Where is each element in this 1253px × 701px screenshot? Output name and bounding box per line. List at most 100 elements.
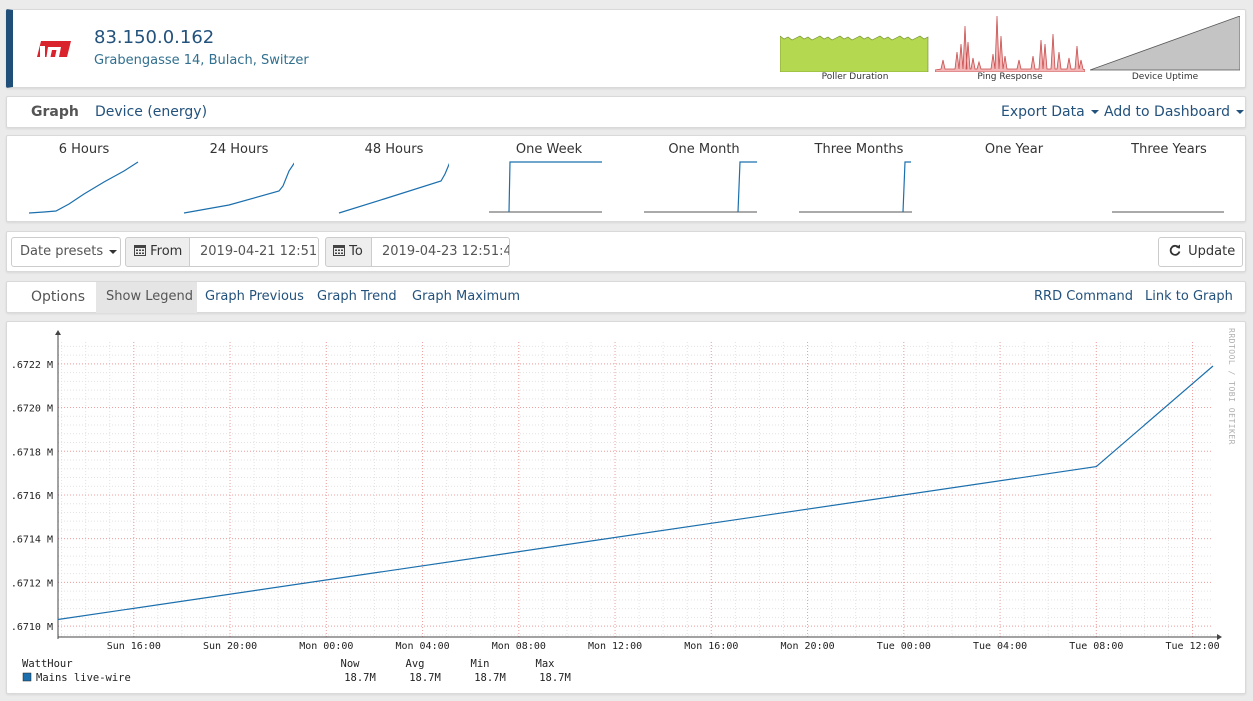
x-tick-label: Mon 12:00 bbox=[588, 641, 642, 652]
y-tick-label: .6716 M bbox=[11, 491, 53, 502]
thumb-label: Three Years bbox=[1131, 142, 1207, 157]
thumb-label: 48 Hours bbox=[364, 142, 424, 157]
x-tick-label: Mon 00:00 bbox=[299, 641, 353, 652]
thumb-graph bbox=[489, 161, 602, 213]
to-date-input[interactable]: 2019-04-23 12:51:43 bbox=[371, 237, 510, 267]
chevron-down-icon bbox=[1236, 110, 1245, 114]
thumb-label: One Week bbox=[515, 142, 583, 157]
thumb-one-month[interactable]: One Month bbox=[629, 139, 779, 219]
legend-swatch bbox=[22, 672, 32, 682]
x-tick-label: Mon 08:00 bbox=[492, 641, 546, 652]
device-uptime-graph[interactable]: Device Uptime bbox=[1090, 16, 1240, 82]
rrdtool-watermark: RRDTOOL / TOBI OETIKER bbox=[1227, 328, 1236, 445]
thumb-graph bbox=[644, 161, 757, 213]
thumb-three-years[interactable]: Three Years bbox=[1094, 139, 1244, 219]
y-tick-label: .6710 M bbox=[11, 622, 53, 633]
graph-trend-link[interactable]: Graph Trend bbox=[317, 289, 397, 304]
ping-response-area bbox=[935, 16, 1085, 72]
chevron-down-icon bbox=[1090, 110, 1099, 114]
device-uptime-area bbox=[1090, 16, 1240, 71]
y-tick-label: .6722 M bbox=[11, 360, 53, 371]
graph-previous-link[interactable]: Graph Previous bbox=[205, 289, 304, 304]
legend-unit: WattHour bbox=[22, 658, 73, 670]
legend-series-name: Mains live-wire bbox=[36, 672, 131, 684]
link-to-graph-link[interactable]: Link to Graph bbox=[1145, 289, 1233, 304]
series-line-mains-live-wire bbox=[57, 365, 1214, 621]
thumb-label: One Month bbox=[668, 142, 740, 157]
thumb-24-hours[interactable]: 24 Hours bbox=[164, 139, 314, 219]
device-header: 83.150.0.162 Grabengasse 14, Bulach, Swi… bbox=[6, 9, 1246, 88]
thumb-label: 24 Hours bbox=[209, 142, 269, 157]
to-addon: To bbox=[325, 237, 373, 267]
thumb-graph bbox=[28, 161, 139, 214]
options-title: Options bbox=[31, 289, 86, 305]
thumb-label: Three Months bbox=[814, 142, 904, 157]
show-legend-label: Show Legend bbox=[106, 289, 193, 304]
y-tick-label: .6720 M bbox=[11, 404, 53, 415]
add-to-dashboard-dropdown[interactable]: Add to Dashboard bbox=[1104, 104, 1245, 120]
ping-response-graph[interactable]: Ping Response bbox=[935, 16, 1085, 82]
thumb-graph bbox=[1112, 211, 1224, 213]
device-energy-link[interactable]: Device (energy) bbox=[95, 104, 207, 120]
export-data-label: Export Data bbox=[1001, 104, 1085, 120]
poller-duration-graph[interactable]: Poller Duration bbox=[780, 16, 930, 82]
thumb-one-year[interactable]: One Year bbox=[939, 139, 1089, 219]
x-tick-label: Sun 20:00 bbox=[203, 641, 257, 652]
poller-duration-area bbox=[780, 35, 929, 72]
from-addon: From bbox=[125, 237, 190, 267]
thumb-48-hours[interactable]: 48 Hours bbox=[319, 139, 469, 219]
y-tick-label: .6712 M bbox=[11, 578, 53, 589]
graph-options-bar: Options Show Legend Graph Previous Graph… bbox=[6, 281, 1246, 313]
x-tick-label: Mon 04:00 bbox=[395, 641, 449, 652]
add-to-dashboard-label: Add to Dashboard bbox=[1104, 104, 1231, 120]
x-axis-arrow bbox=[1217, 634, 1222, 640]
legend-value-min: 18.7M bbox=[474, 672, 506, 684]
export-data-dropdown[interactable]: Export Data bbox=[1001, 104, 1099, 120]
to-label: To bbox=[349, 244, 363, 259]
from-date-input[interactable]: 2019-04-21 12:51:4 bbox=[189, 237, 319, 267]
device-uptime-label: Device Uptime bbox=[1131, 72, 1199, 82]
update-button[interactable]: Update bbox=[1158, 237, 1243, 267]
thumb-6-hours[interactable]: 6 Hours bbox=[9, 139, 159, 219]
thumb-three-months[interactable]: Three Months bbox=[784, 139, 934, 219]
chevron-down-icon bbox=[109, 249, 118, 254]
y-tick-label: .6714 M bbox=[11, 535, 53, 546]
rrd-graph-canvas: .6710 M .6712 M .6714 M .6716 M .6718 M .6720… bbox=[11, 328, 1236, 684]
x-tick-label: Tue 12:00 bbox=[1165, 641, 1219, 652]
refresh-icon bbox=[1169, 244, 1181, 256]
x-tick-label: Mon 16:00 bbox=[684, 641, 738, 652]
thumb-graph bbox=[338, 162, 449, 214]
thumb-label: 6 Hours bbox=[58, 142, 110, 157]
legend-header: Min bbox=[471, 658, 490, 670]
from-label: From bbox=[150, 244, 183, 259]
thumb-graph bbox=[183, 162, 294, 214]
legend-value-now: 18.7M bbox=[344, 672, 376, 684]
thumb-label: One Year bbox=[984, 142, 1044, 157]
timeframe-thumbnails: 6 Hours 24 Hours 48 Hours One Week One M… bbox=[6, 135, 1246, 222]
device-location: Grabengasse 14, Bulach, Switzer bbox=[94, 53, 309, 68]
x-tick-label: Mon 20:00 bbox=[780, 641, 834, 652]
update-label: Update bbox=[1188, 244, 1236, 259]
legend-header: Max bbox=[536, 658, 555, 670]
legend-header: Now bbox=[341, 658, 361, 670]
y-tick-label: .6718 M bbox=[11, 447, 53, 458]
legend-value-avg: 18.7M bbox=[409, 672, 441, 684]
rrd-command-link[interactable]: RRD Command bbox=[1034, 289, 1133, 304]
graph-navbar: Graph Device (energy) Export Data Add to… bbox=[6, 96, 1246, 128]
page-title: Graph bbox=[31, 104, 79, 120]
thumb-one-week[interactable]: One Week bbox=[474, 139, 624, 219]
date-range-bar: Date presets From 2019-04-21 12:51:4 To … bbox=[6, 231, 1246, 272]
legend-value-max: 18.7M bbox=[539, 672, 571, 684]
calendar-icon bbox=[333, 245, 345, 256]
x-tick-label: Tue 04:00 bbox=[973, 641, 1027, 652]
date-presets-label: Date presets bbox=[20, 244, 104, 259]
y-axis-arrow bbox=[55, 330, 61, 335]
main-graph: .6710 M .6712 M .6714 M .6716 M .6718 M .6720… bbox=[6, 321, 1246, 694]
x-tick-label: Tue 08:00 bbox=[1069, 641, 1123, 652]
ping-response-label: Ping Response bbox=[977, 72, 1043, 82]
poller-duration-label: Poller Duration bbox=[821, 72, 889, 82]
device-hostname[interactable]: 83.150.0.162 bbox=[94, 27, 214, 48]
thumb-graph bbox=[799, 161, 912, 213]
graph-maximum-link[interactable]: Graph Maximum bbox=[412, 289, 520, 304]
date-presets-dropdown[interactable]: Date presets bbox=[11, 237, 121, 267]
